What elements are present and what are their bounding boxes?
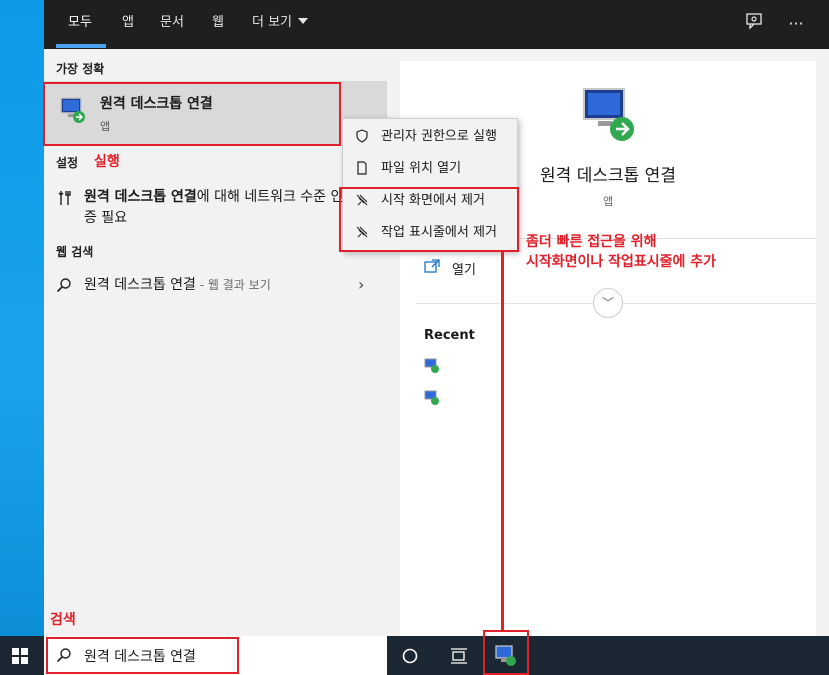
settings-heading: 설정 bbox=[56, 156, 79, 170]
search-annotation: 검색 bbox=[50, 612, 76, 628]
web-search-heading: 웹 검색 bbox=[56, 245, 94, 259]
best-match-highlight-box bbox=[43, 82, 341, 146]
menu-label: 파일 위치 열기 bbox=[381, 161, 462, 176]
windows-start-icon[interactable] bbox=[12, 648, 28, 668]
remote-desktop-large-icon bbox=[580, 85, 640, 149]
menu-open-file-location[interactable]: 파일 위치 열기 bbox=[343, 153, 519, 185]
shield-icon bbox=[353, 129, 371, 145]
recent-rdp-icon bbox=[424, 390, 439, 405]
search-highlight-box bbox=[46, 637, 239, 674]
recent-heading: Recent bbox=[424, 328, 475, 343]
task-view-icon[interactable] bbox=[450, 648, 468, 668]
more-options-icon[interactable]: ··· bbox=[784, 12, 808, 36]
filter-bar: 모두 앱 문서 웹 더 보기 ··· bbox=[44, 0, 829, 49]
web-search-text: 원격 데스크톱 연결 - 웹 결과 보기 bbox=[84, 273, 271, 297]
open-window-icon bbox=[424, 259, 440, 277]
cortana-icon[interactable] bbox=[402, 648, 418, 668]
feedback-icon[interactable] bbox=[742, 12, 766, 36]
setting-nla-bold: 원격 데스크톱 연결 bbox=[84, 189, 197, 205]
settings-tool-icon bbox=[58, 190, 72, 213]
setting-nla-text: 원격 데스크톱 연결에 대해 네트워크 수준 인증 필요 bbox=[84, 187, 344, 229]
recent-rdp-icon bbox=[424, 358, 439, 373]
annotation-connector-line bbox=[501, 252, 504, 632]
quick-access-annotation: 좀더 빠른 접근을 위해 시작화면이나 작업표시줄에 추가 bbox=[526, 232, 716, 272]
caret-down-icon bbox=[298, 18, 309, 24]
web-search-item[interactable]: 원격 데스크톱 연결 - 웹 결과 보기 › bbox=[56, 273, 376, 297]
tab-apps[interactable]: 앱 bbox=[122, 0, 134, 49]
open-label: 열기 bbox=[452, 263, 476, 278]
tab-web[interactable]: 웹 bbox=[212, 0, 224, 49]
unpin-highlight-box bbox=[339, 187, 519, 252]
menu-label: 관리자 권한으로 실행 bbox=[381, 129, 497, 144]
tab-documents[interactable]: 문서 bbox=[160, 0, 184, 49]
recent-item-2[interactable] bbox=[424, 390, 440, 410]
tab-more[interactable]: 더 보기 bbox=[252, 0, 309, 49]
web-search-query: 원격 데스크톱 연결 bbox=[84, 277, 196, 293]
tab-more-label: 더 보기 bbox=[252, 15, 293, 30]
run-annotation: 실행 bbox=[94, 154, 120, 170]
file-icon bbox=[353, 161, 371, 177]
taskbar-icon-highlight-box bbox=[483, 630, 529, 675]
web-search-suffix: - 웹 결과 보기 bbox=[195, 278, 271, 292]
search-icon bbox=[56, 277, 72, 301]
quick-access-line-2: 시작화면이나 작업표시줄에 추가 bbox=[526, 254, 717, 270]
menu-run-as-admin[interactable]: 관리자 권한으로 실행 bbox=[343, 121, 519, 153]
recent-item-1[interactable] bbox=[424, 358, 440, 378]
tab-all[interactable]: 모두 bbox=[68, 0, 92, 49]
chevron-right-icon[interactable]: › bbox=[358, 273, 364, 297]
active-tab-indicator bbox=[56, 44, 106, 48]
best-match-heading: 가장 정확 bbox=[56, 62, 105, 76]
quick-access-line-1: 좀더 빠른 접근을 위해 bbox=[526, 234, 657, 250]
expand-chevron-icon[interactable]: ﹀ bbox=[593, 288, 623, 318]
